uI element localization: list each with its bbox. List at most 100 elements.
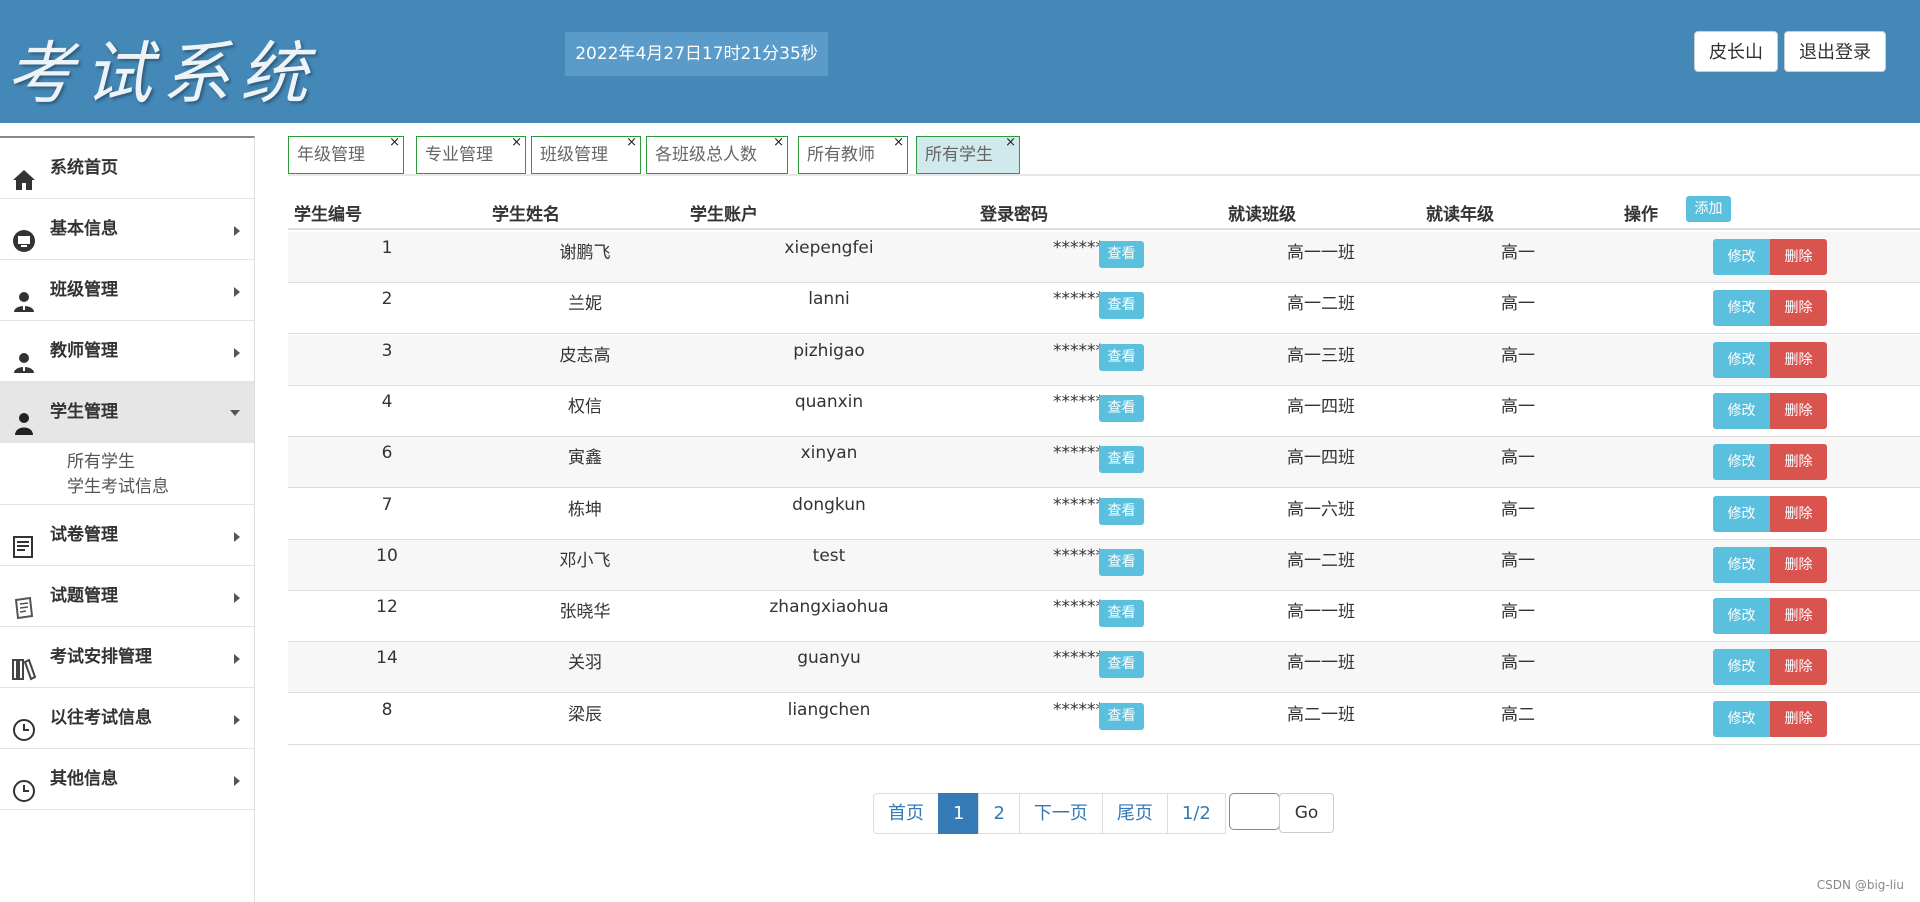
sidebar-item[interactable]: 班级管理 (0, 260, 254, 321)
close-icon[interactable]: × (1005, 125, 1016, 161)
edit-button[interactable]: 修改 (1713, 598, 1770, 635)
tab[interactable]: 各班级总人数 × (646, 135, 788, 174)
edit-button[interactable]: 修改 (1713, 546, 1770, 583)
tab-label: 专业管理 (425, 145, 493, 165)
sidebar-item[interactable]: 教师管理 (0, 321, 254, 382)
view-password-button[interactable]: 查看 (1099, 343, 1144, 371)
page-link[interactable]: 1 (938, 793, 980, 834)
tab[interactable]: 班级管理 × (531, 135, 641, 174)
delete-button[interactable]: 删除 (1770, 700, 1827, 737)
close-icon[interactable]: × (511, 125, 522, 161)
cell-password: ****** (1053, 391, 1104, 412)
cell-name: 关羽 (568, 653, 602, 674)
edit-button[interactable]: 修改 (1713, 495, 1770, 532)
sidebar-item[interactable]: 试题管理 (0, 566, 254, 627)
sidebar-item[interactable]: 其他信息 (0, 749, 254, 810)
page-number-input[interactable] (1229, 793, 1280, 830)
close-icon[interactable]: × (893, 125, 904, 161)
cell-grade: 高一 (1501, 345, 1535, 366)
tab-label: 年级管理 (297, 145, 365, 165)
close-icon[interactable]: × (626, 125, 637, 161)
cell-grade: 高二 (1501, 704, 1535, 725)
document-icon (12, 524, 36, 558)
delete-button[interactable]: 删除 (1770, 649, 1827, 686)
view-password-button[interactable]: 查看 (1099, 292, 1144, 320)
view-password-button[interactable]: 查看 (1099, 548, 1144, 576)
datetime-display: 2022年4月27日17时21分35秒 (565, 32, 828, 76)
cell-class: 高一一班 (1287, 243, 1355, 263)
logout-button[interactable]: 退出登录 (1784, 31, 1886, 72)
delete-button[interactable]: 删除 (1770, 598, 1827, 635)
user-icon (12, 340, 36, 373)
delete-button[interactable]: 删除 (1770, 495, 1827, 532)
cell-account: guanyu (797, 648, 861, 669)
next-page-link[interactable]: 下一页 (1018, 793, 1103, 834)
sidebar-item[interactable]: 系统首页 (0, 138, 254, 199)
delete-button[interactable]: 删除 (1770, 444, 1827, 481)
submenu-link[interactable]: 所有学生 (67, 450, 254, 475)
delete-button[interactable]: 删除 (1770, 290, 1827, 327)
edit-button[interactable]: 修改 (1713, 290, 1770, 327)
view-password-button[interactable]: 查看 (1099, 497, 1144, 525)
tab[interactable]: 专业管理 × (416, 135, 526, 174)
tab[interactable]: 所有教师 × (798, 135, 908, 174)
notes-icon (12, 585, 36, 620)
cell-password: ****** (1053, 699, 1104, 720)
close-icon[interactable]: × (773, 125, 784, 161)
sidebar-item[interactable]: 学生管理 (0, 382, 254, 443)
tab[interactable]: 所有学生 × (916, 135, 1020, 174)
sidebar-item[interactable]: 考试安排管理 (0, 627, 254, 688)
column-header: 就读班级 (1228, 205, 1296, 225)
view-password-button[interactable]: 查看 (1099, 600, 1144, 628)
sidebar-item[interactable]: 基本信息 (0, 199, 254, 260)
view-password-button[interactable]: 查看 (1099, 241, 1144, 268)
caret-right-icon (234, 654, 240, 664)
edit-button[interactable]: 修改 (1713, 444, 1770, 481)
cell-id: 7 (381, 494, 393, 515)
cell-id: 6 (381, 443, 393, 464)
page-link[interactable]: 2 (978, 793, 1020, 834)
sidebar-item[interactable]: 试卷管理 (0, 505, 254, 566)
view-password-button[interactable]: 查看 (1099, 446, 1144, 474)
tab[interactable]: 年级管理 × (288, 135, 404, 174)
delete-button[interactable]: 删除 (1770, 239, 1827, 275)
cell-class: 高一一班 (1287, 602, 1355, 623)
cell-class: 高二一班 (1287, 704, 1355, 725)
close-icon[interactable]: × (389, 125, 400, 161)
sidebar-item[interactable]: 以往考试信息 (0, 688, 254, 749)
cell-name: 栋坤 (568, 499, 602, 520)
table-row: 2 兰妮 lanni 高一二班 高一 ****** 查看 修改 删除 (288, 283, 1920, 335)
cell-password: ****** (1053, 238, 1104, 258)
view-password-button[interactable]: 查看 (1099, 702, 1144, 730)
cell-grade: 高一 (1501, 653, 1535, 674)
submenu-link[interactable]: 学生考试信息 (67, 475, 254, 500)
add-student-button[interactable]: 添加 (1686, 196, 1731, 222)
sidebar-item-label: 班级管理 (50, 280, 118, 300)
caret-down-icon (230, 410, 240, 416)
delete-button[interactable]: 删除 (1770, 546, 1827, 583)
page-info[interactable]: 1/2 (1166, 793, 1226, 834)
sidebar-item-label: 考试安排管理 (50, 647, 152, 667)
delete-button[interactable]: 删除 (1770, 392, 1827, 429)
caret-right-icon (234, 715, 240, 725)
clock-icon (12, 707, 36, 741)
home-icon (12, 157, 36, 190)
edit-button[interactable]: 修改 (1713, 239, 1770, 275)
first-page-link[interactable]: 首页 (873, 793, 939, 834)
edit-button[interactable]: 修改 (1713, 392, 1770, 429)
tab-label: 所有学生 (925, 145, 993, 165)
edit-button[interactable]: 修改 (1713, 700, 1770, 737)
delete-button[interactable]: 删除 (1770, 341, 1827, 378)
edit-button[interactable]: 修改 (1713, 341, 1770, 378)
cell-account: quanxin (794, 391, 864, 412)
cell-grade: 高一 (1501, 294, 1535, 315)
user-button[interactable]: 皮长山 (1694, 31, 1778, 72)
pagination: 首页 1 2 下一页 尾页 1/2 (873, 793, 1226, 834)
edit-button[interactable]: 修改 (1713, 649, 1770, 686)
view-password-button[interactable]: 查看 (1099, 651, 1144, 679)
go-button[interactable]: Go (1279, 793, 1334, 833)
cell-class: 高一二班 (1287, 294, 1355, 315)
view-password-button[interactable]: 查看 (1099, 394, 1144, 422)
last-page-link[interactable]: 尾页 (1101, 793, 1168, 834)
column-header: 登录密码 (980, 205, 1048, 225)
